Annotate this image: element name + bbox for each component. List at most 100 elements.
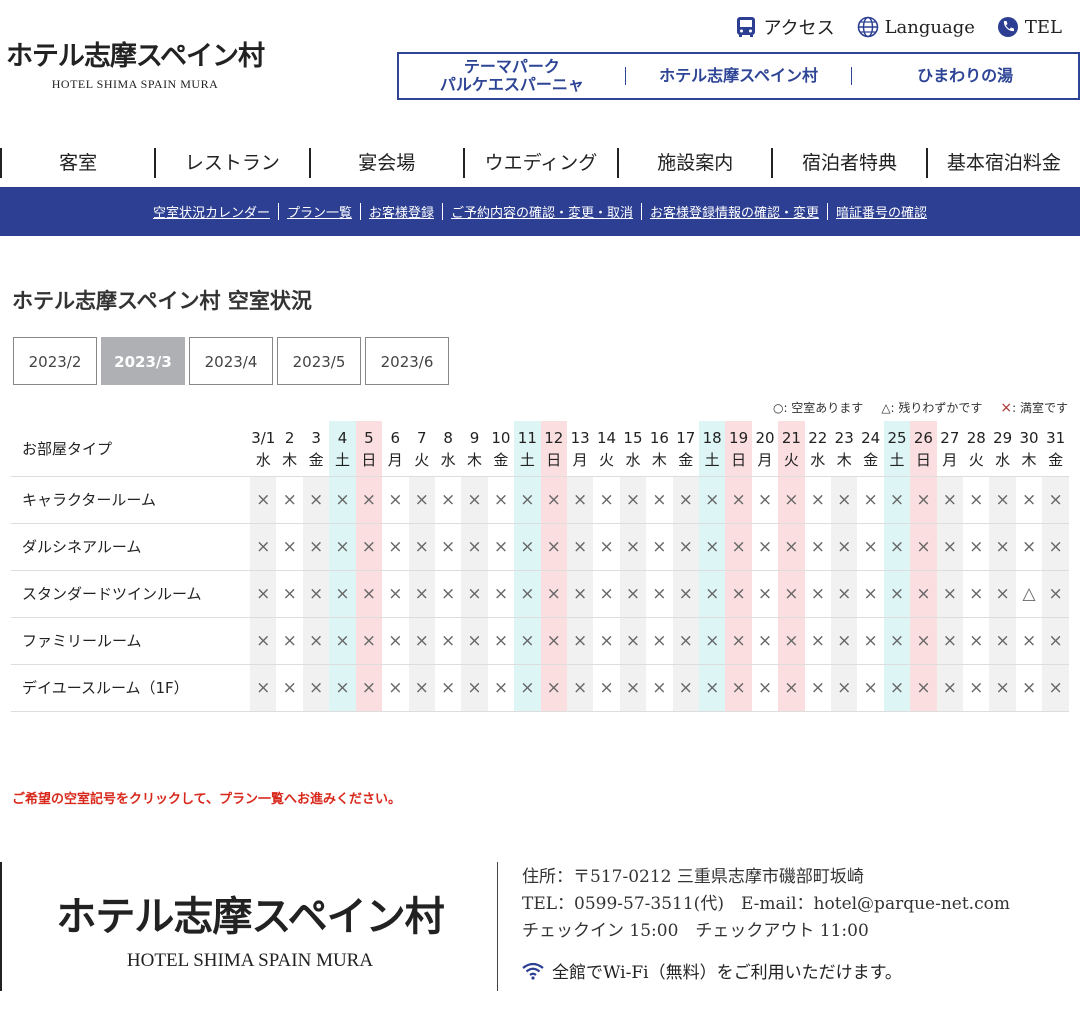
availability-cell[interactable]: × [725, 570, 752, 618]
availability-cell[interactable]: × [514, 617, 541, 665]
availability-cell[interactable]: × [778, 617, 805, 665]
availability-cell[interactable]: × [646, 570, 673, 618]
availability-cell[interactable]: × [698, 523, 726, 571]
availability-cell[interactable]: × [989, 570, 1016, 618]
availability-cell[interactable]: × [778, 476, 805, 524]
main-nav-item[interactable]: ウエディング [462, 148, 617, 178]
availability-cell[interactable]: × [989, 523, 1016, 571]
availability-cell[interactable]: × [672, 617, 699, 665]
availability-cell[interactable]: × [540, 664, 567, 712]
availability-cell[interactable]: × [883, 664, 911, 712]
availability-cell[interactable]: × [963, 664, 990, 712]
availability-cell[interactable]: × [329, 570, 356, 618]
month-tab[interactable]: 2023/5 [277, 337, 361, 385]
availability-cell[interactable]: × [408, 476, 435, 524]
month-tab[interactable]: 2023/2 [13, 337, 97, 385]
availability-cell[interactable]: × [540, 476, 567, 524]
availability-cell[interactable]: × [382, 570, 409, 618]
availability-cell[interactable]: × [382, 617, 409, 665]
availability-cell[interactable]: × [1042, 617, 1069, 665]
availability-cell[interactable]: × [1042, 664, 1069, 712]
availability-cell[interactable]: × [831, 570, 858, 618]
availability-cell[interactable]: × [355, 523, 383, 571]
availability-cell[interactable]: × [751, 523, 779, 571]
availability-cell[interactable]: × [382, 523, 409, 571]
availability-cell[interactable]: × [883, 617, 911, 665]
availability-cell[interactable]: × [857, 523, 884, 571]
availability-cell[interactable]: × [566, 570, 594, 618]
availability-cell[interactable]: × [804, 617, 832, 665]
availability-cell[interactable]: × [276, 476, 303, 524]
access-link[interactable]: アクセス [735, 14, 835, 40]
availability-cell[interactable]: × [487, 476, 515, 524]
main-nav-item[interactable]: 施設案内 [617, 148, 771, 178]
availability-cell[interactable]: × [936, 617, 964, 665]
availability-cell[interactable]: × [514, 476, 541, 524]
availability-cell[interactable]: × [910, 664, 937, 712]
availability-cell[interactable]: × [672, 476, 699, 524]
availability-cell[interactable]: × [566, 523, 594, 571]
availability-cell[interactable]: × [1015, 617, 1043, 665]
main-nav-item[interactable]: 宴会場 [308, 148, 463, 178]
availability-cell[interactable]: × [725, 476, 752, 524]
availability-cell[interactable]: × [408, 570, 435, 618]
availability-cell[interactable]: × [646, 523, 673, 571]
availability-cell[interactable]: × [619, 664, 647, 712]
availability-cell[interactable]: × [302, 570, 330, 618]
availability-cell[interactable]: × [276, 617, 303, 665]
availability-cell[interactable]: × [936, 476, 964, 524]
availability-cell[interactable]: × [883, 570, 911, 618]
availability-cell[interactable]: × [936, 570, 964, 618]
availability-cell[interactable]: × [382, 476, 409, 524]
availability-cell[interactable]: × [857, 476, 884, 524]
availability-cell[interactable]: × [461, 570, 488, 618]
availability-cell[interactable]: × [936, 664, 964, 712]
availability-cell[interactable]: × [672, 664, 699, 712]
availability-cell[interactable]: × [883, 523, 911, 571]
reservation-nav-link[interactable]: プラン一覧 [279, 202, 360, 221]
availability-cell[interactable]: × [646, 476, 673, 524]
availability-cell[interactable]: × [619, 523, 647, 571]
availability-cell[interactable]: × [1042, 523, 1069, 571]
availability-cell[interactable]: × [250, 617, 277, 665]
availability-cell[interactable]: × [698, 570, 726, 618]
availability-cell[interactable]: × [408, 617, 435, 665]
availability-cell[interactable]: × [778, 570, 805, 618]
availability-cell[interactable]: × [751, 664, 779, 712]
availability-cell[interactable]: × [1015, 664, 1043, 712]
availability-cell[interactable]: × [672, 523, 699, 571]
availability-cell[interactable]: × [910, 476, 937, 524]
availability-cell[interactable]: × [910, 523, 937, 571]
availability-cell[interactable]: × [461, 523, 488, 571]
availability-cell[interactable]: × [804, 523, 832, 571]
availability-cell[interactable]: × [725, 664, 752, 712]
availability-cell[interactable]: × [250, 570, 277, 618]
availability-cell[interactable]: × [883, 476, 911, 524]
availability-cell[interactable]: × [434, 570, 462, 618]
main-nav-item[interactable]: レストラン [154, 148, 308, 178]
himawari-no-yu-link[interactable]: ひまわりの湯 [852, 67, 1078, 85]
availability-cell[interactable]: × [751, 476, 779, 524]
month-tab[interactable]: 2023/3 [101, 337, 185, 385]
availability-cell[interactable]: × [540, 617, 567, 665]
availability-cell[interactable]: × [276, 570, 303, 618]
availability-cell[interactable]: × [619, 617, 647, 665]
availability-cell[interactable]: × [619, 476, 647, 524]
availability-cell[interactable]: × [936, 523, 964, 571]
availability-cell[interactable]: × [382, 664, 409, 712]
availability-cell[interactable]: × [698, 664, 726, 712]
month-tab[interactable]: 2023/4 [189, 337, 273, 385]
availability-cell[interactable]: × [778, 523, 805, 571]
availability-cell[interactable]: × [540, 570, 567, 618]
availability-cell[interactable]: × [593, 617, 620, 665]
availability-cell[interactable]: × [566, 664, 594, 712]
availability-cell[interactable]: × [355, 570, 383, 618]
main-nav-item[interactable]: 宿泊者特典 [771, 148, 925, 178]
availability-cell[interactable]: × [593, 570, 620, 618]
availability-cell[interactable]: × [989, 664, 1016, 712]
availability-cell[interactable]: × [302, 664, 330, 712]
reservation-nav-link[interactable]: お客様登録 [361, 202, 442, 221]
availability-cell[interactable]: × [910, 617, 937, 665]
availability-cell[interactable]: × [593, 523, 620, 571]
availability-cell[interactable]: × [857, 570, 884, 618]
